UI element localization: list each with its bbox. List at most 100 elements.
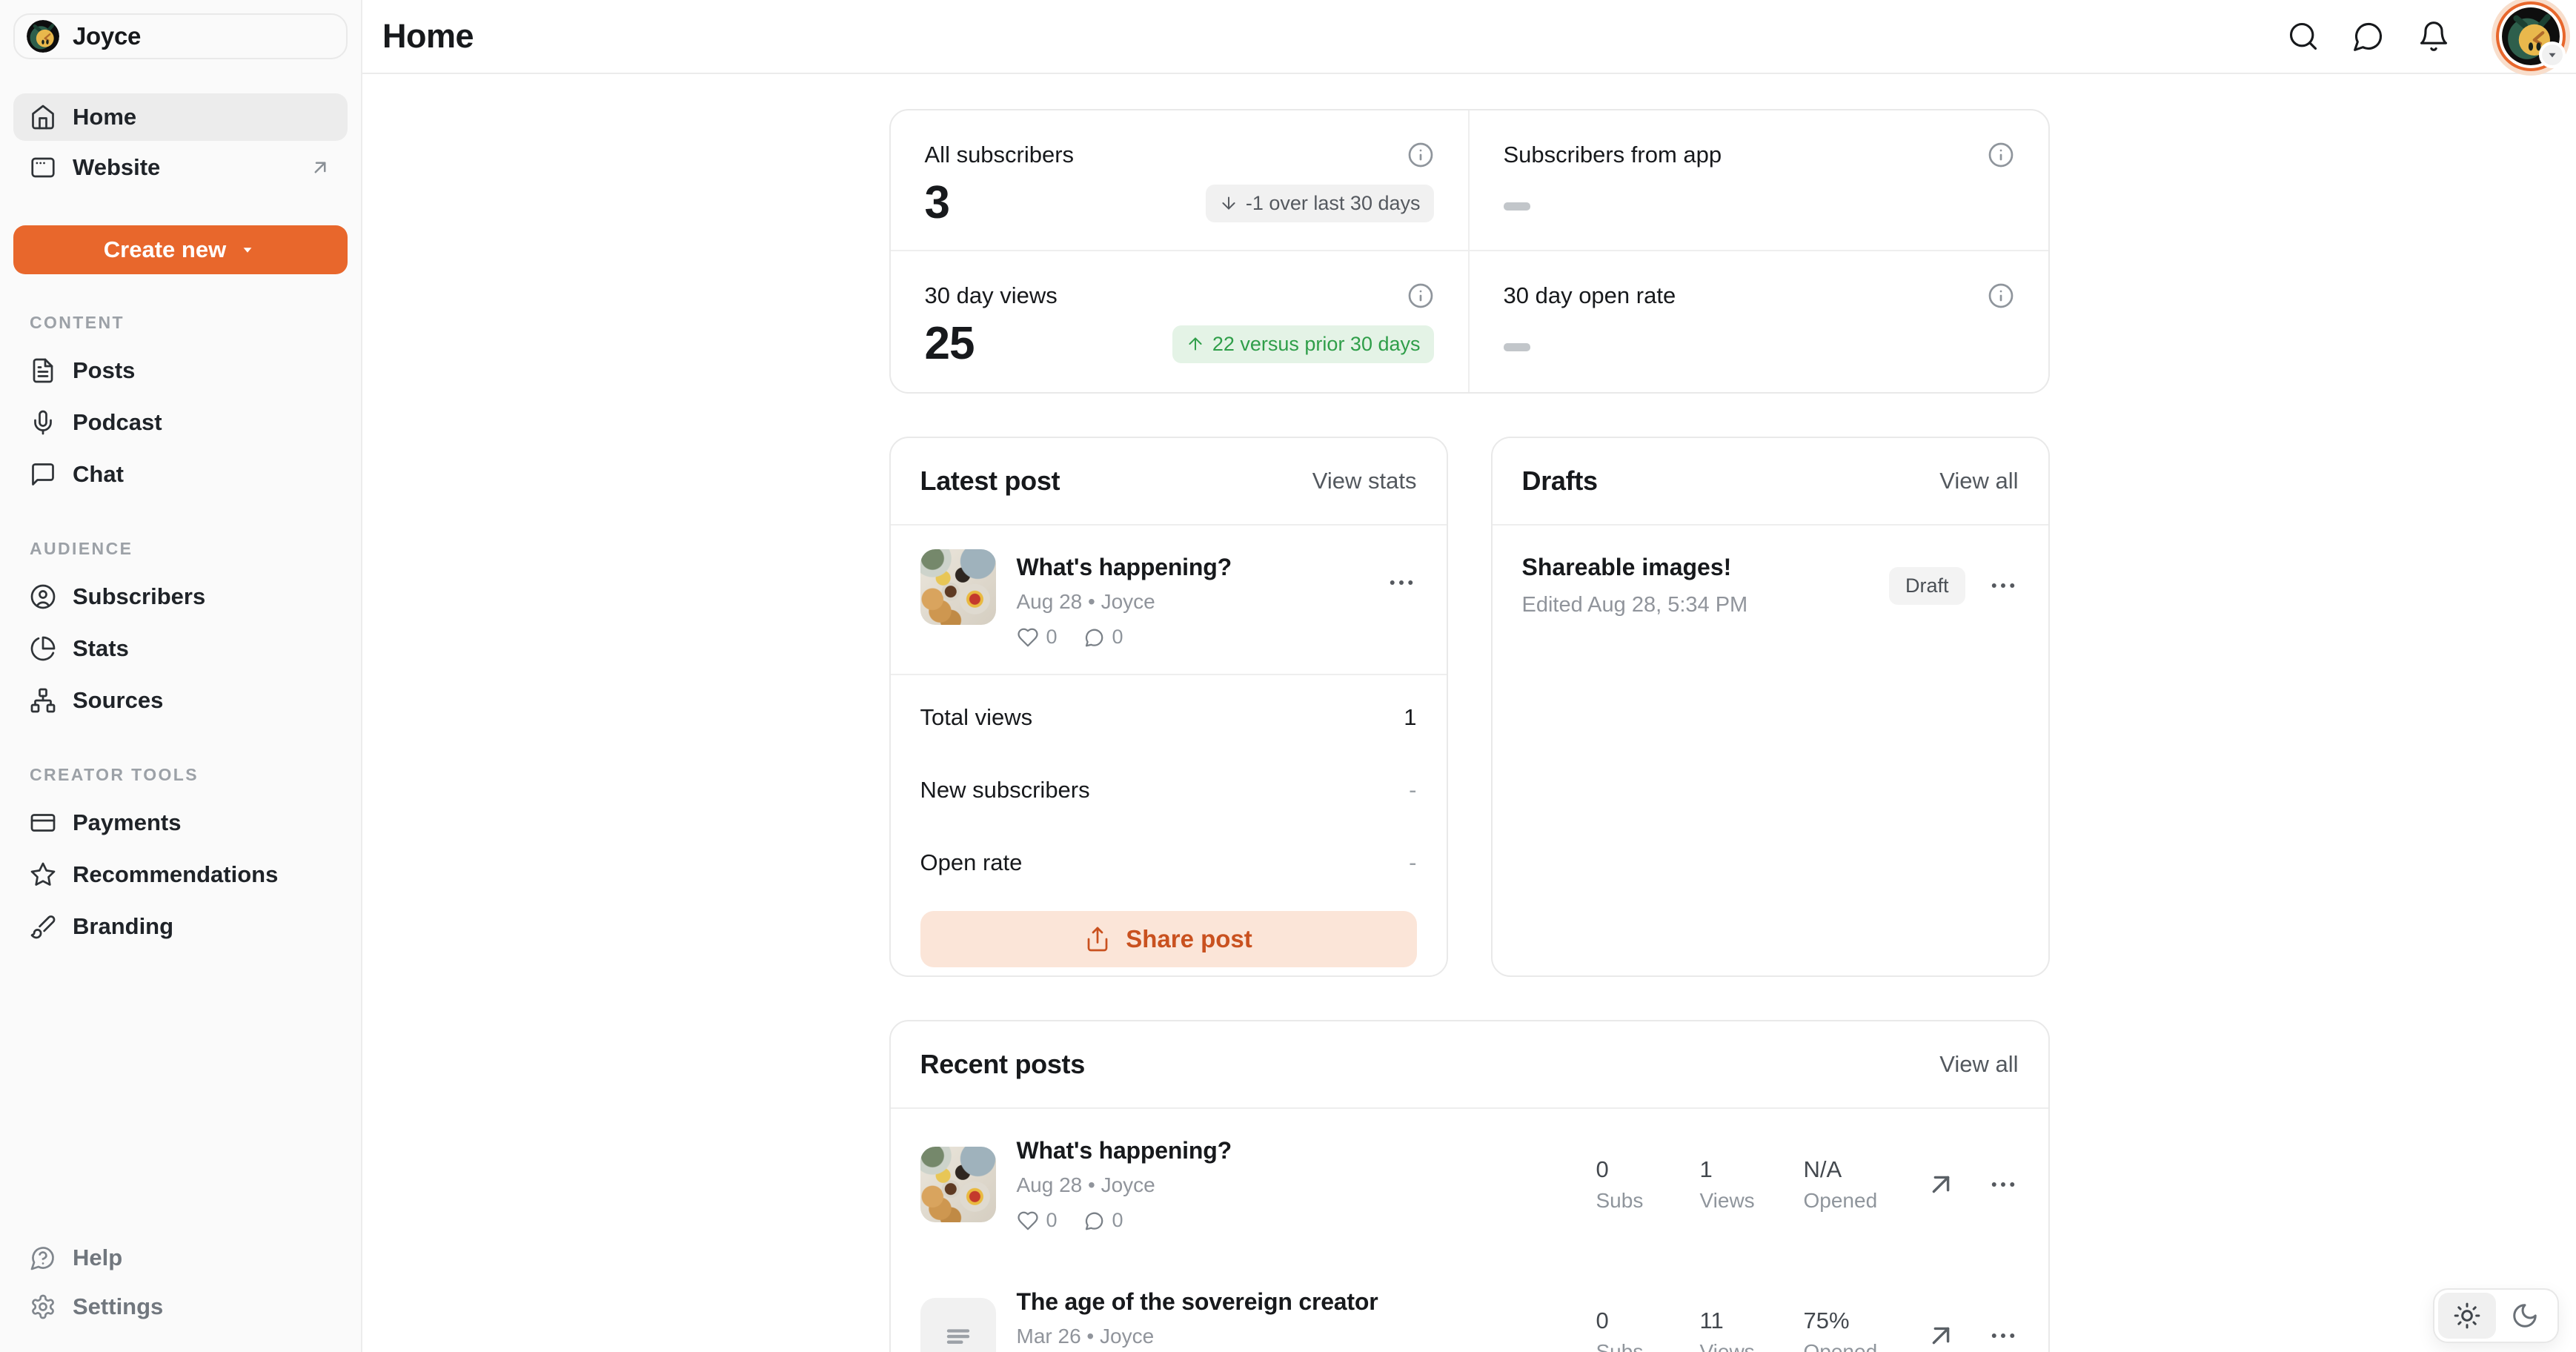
sidebar-section-content: Content Posts Podcast Chat [13,274,348,500]
messages-button[interactable] [2352,20,2385,53]
stat-col-label: Views [1700,1340,1793,1352]
sidebar-item-chat[interactable]: Chat [13,448,348,500]
sidebar-item-recommendations[interactable]: Recommendations [13,849,348,901]
post-menu-button[interactable] [1988,1169,2019,1200]
post-meta: Aug 28 • Joyce [1017,590,1386,614]
theme-dark-button[interactable] [2496,1293,2554,1339]
recent-post-row[interactable]: The age of the sovereign creator Mar 26 … [891,1260,2048,1352]
metric-row-total-views: Total views 1 [920,681,1417,754]
info-icon[interactable] [1407,282,1434,309]
comments-group: 0 [1083,626,1123,649]
empty-value-placeholder [1504,343,1530,351]
stat-col-subs: 0 Subs [1596,1156,1690,1213]
arrow-down-icon [1219,193,1238,213]
sidebar: Joyce Home Website Create new Content [0,0,362,1352]
post-menu-button[interactable] [1988,1320,2019,1351]
network-tree-icon [30,687,56,714]
latest-post-card: Latest post View stats What's happening?… [889,437,1448,977]
card-title: Drafts [1522,465,1598,497]
sidebar-item-label: Branding [73,913,173,940]
comment-bubble-icon [1083,1210,1105,1232]
draft-item[interactable]: Shareable images! Edited Aug 28, 5:34 PM… [1493,526,2048,646]
heart-icon [1017,1210,1039,1232]
view-stats-link[interactable]: View stats [1312,468,1417,494]
theme-light-button[interactable] [2438,1293,2496,1339]
sidebar-item-podcast[interactable]: Podcast [13,397,348,448]
stat-col-label: Opened [1804,1189,1897,1213]
sidebar-item-website[interactable]: Website [13,144,348,191]
open-post-button[interactable] [1924,1319,1958,1352]
stat-cell-30-day-views[interactable]: 30 day views 25 22 versus prior 30 days [891,251,1470,392]
message-bubble-icon [2352,20,2385,53]
heart-icon [1017,626,1039,649]
sidebar-item-stats[interactable]: Stats [13,623,348,675]
post-stats: 0 Subs 11 Views 75% Opened [1596,1308,1897,1352]
likes-count: 0 [1046,1209,1058,1232]
stat-col-views: 11 Views [1700,1308,1793,1352]
likes-count: 0 [1046,626,1058,649]
external-link-icon [309,156,331,179]
stat-col-opened: 75% Opened [1804,1308,1897,1352]
stat-trend-badge: 22 versus prior 30 days [1172,325,1434,363]
stat-col-value: 1 [1700,1156,1793,1183]
draft-edited: Edited Aug 28, 5:34 PM [1522,593,1889,617]
notifications-button[interactable] [2417,20,2450,53]
create-new-button[interactable]: Create new [13,225,348,274]
comments-count: 0 [1112,1209,1123,1232]
sidebar-item-posts[interactable]: Posts [13,345,348,397]
sidebar-item-help[interactable]: Help [13,1233,348,1282]
post-menu-button[interactable] [1386,567,1417,598]
user-circle-icon [30,583,56,610]
stat-label: Subscribers from app [1504,142,1722,168]
stat-cell-all-subscribers[interactable]: All subscribers 3 -1 over last 30 days [891,110,1470,251]
stat-col-value: 0 [1596,1156,1690,1183]
sidebar-item-payments[interactable]: Payments [13,797,348,849]
info-icon[interactable] [1407,142,1434,168]
credit-card-icon [30,809,56,836]
stat-cell-subscribers-from-app[interactable]: Subscribers from app [1470,110,2048,251]
text-lines-icon [939,1316,977,1352]
sun-icon [2453,1302,2481,1330]
moon-icon [2511,1302,2539,1330]
main-header: Home [362,0,2576,74]
view-all-posts-link[interactable]: View all [1939,1051,2018,1078]
post-meta: Mar 26 • Joyce [1017,1325,1596,1348]
sidebar-footer: Help Settings [13,1233,348,1339]
sidebar-item-subscribers[interactable]: Subscribers [13,571,348,623]
drafts-card: Drafts View all Shareable images! Edited… [1491,437,2050,977]
share-post-button[interactable]: Share post [920,911,1417,967]
workspace-switcher[interactable]: Joyce [13,13,348,59]
latest-post-item[interactable]: What's happening? Aug 28 • Joyce 0 [891,526,1447,649]
post-thumbnail [920,1147,996,1222]
stat-label: 30 day open rate [1504,282,1676,309]
sidebar-item-sources[interactable]: Sources [13,675,348,726]
stat-cell-30-day-open-rate[interactable]: 30 day open rate [1470,251,2048,392]
recent-post-row[interactable]: What's happening? Aug 28 • Joyce 0 [891,1109,2048,1260]
workspace-avatar [27,20,59,53]
open-post-button[interactable] [1924,1167,1958,1202]
sidebar-item-label: Sources [73,687,163,714]
file-text-icon [30,357,56,384]
sidebar-item-settings[interactable]: Settings [13,1282,348,1331]
sidebar-item-label: Chat [73,461,124,488]
section-title: Audience [30,539,348,559]
sidebar-item-home[interactable]: Home [13,93,348,141]
sidebar-item-label: Posts [73,357,135,384]
page-title: Home [382,17,474,56]
view-all-drafts-link[interactable]: View all [1939,468,2018,494]
microphone-icon [30,409,56,436]
info-icon[interactable] [1988,142,2014,168]
search-button[interactable] [2287,20,2320,53]
stat-col-label: Subs [1596,1340,1690,1352]
pie-chart-icon [30,635,56,662]
info-icon[interactable] [1988,282,2014,309]
stat-label: 30 day views [925,282,1058,309]
draft-menu-button[interactable] [1988,570,2019,601]
comments-count: 0 [1112,626,1123,649]
metric-value: 1 [1404,704,1416,731]
comments-group: 0 [1083,1209,1123,1232]
comment-bubble-icon [1083,626,1105,649]
account-menu-button[interactable] [2502,7,2560,65]
sidebar-item-branding[interactable]: Branding [13,901,348,952]
dashboard-content: All subscribers 3 -1 over last 30 days [889,109,2050,1352]
